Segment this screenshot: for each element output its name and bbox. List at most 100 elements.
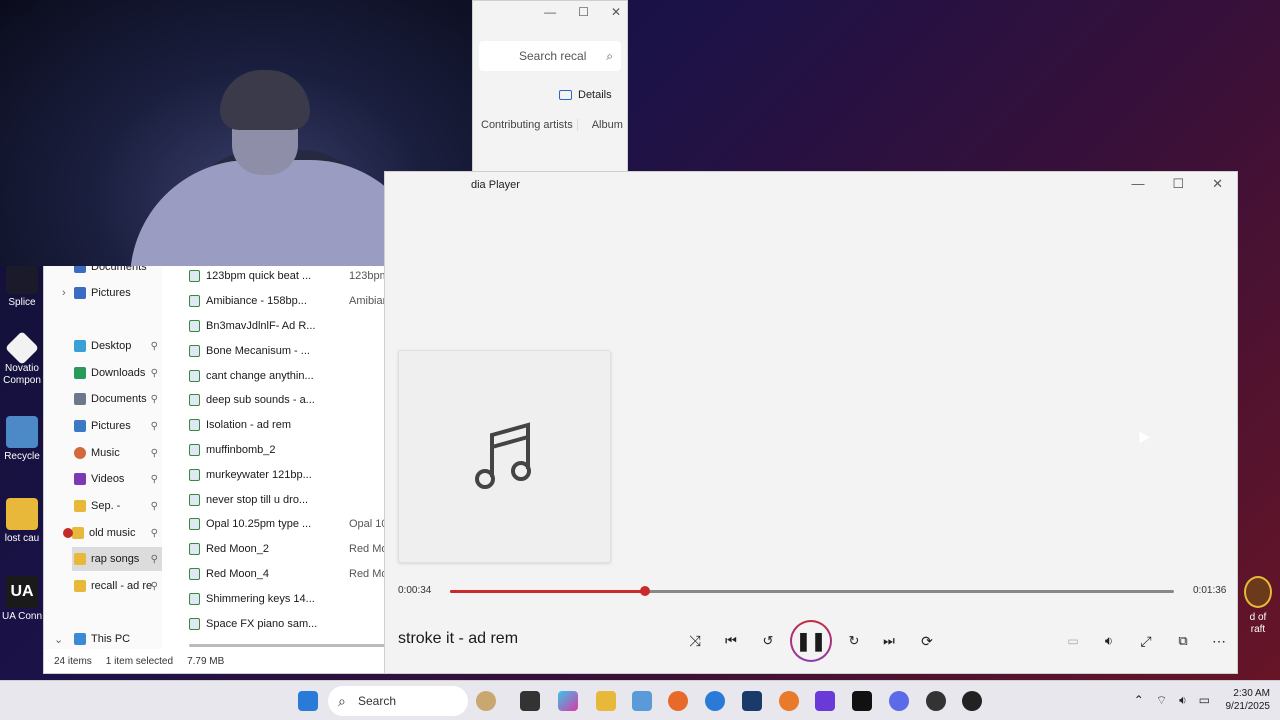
- column-header[interactable]: Album: [592, 119, 623, 131]
- clock[interactable]: 2:30 AM 9/21/2025: [1226, 687, 1271, 713]
- nav-item-rap-songs[interactable]: rap songs ⚲: [72, 547, 162, 571]
- next-button[interactable]: ⏭: [875, 628, 903, 654]
- file-row[interactable]: Bone Mecanisum - ...: [189, 338, 387, 363]
- pin-icon: ⚲: [150, 527, 158, 539]
- app-icon[interactable]: [852, 691, 872, 711]
- status-bar: 24 items 1 item selected 7.79 MB: [54, 656, 224, 667]
- file-explorer-icon[interactable]: [596, 691, 616, 711]
- search-placeholder: Search recal: [519, 49, 587, 63]
- battery-icon[interactable]: ▭: [1199, 693, 1210, 708]
- file-row[interactable]: murkeywater 121bp...: [189, 462, 387, 487]
- mini-player-button[interactable]: ⧉: [1169, 628, 1197, 654]
- file-name: cant change anythin...: [206, 369, 314, 382]
- search-input[interactable]: Search recal ⌕: [479, 41, 621, 71]
- nav-item-downloads[interactable]: Downloads ⚲: [44, 361, 162, 385]
- skip-forward-30-button[interactable]: ↻: [840, 628, 868, 654]
- file-row[interactable]: never stop till u dro...: [189, 487, 387, 512]
- file-row[interactable]: deep sub sounds - a...: [189, 388, 387, 413]
- maximize-icon[interactable]: ☐: [1172, 176, 1184, 192]
- nav-item-recall[interactable]: recall - ad re ⚲: [44, 574, 162, 598]
- app-icon[interactable]: [705, 691, 725, 711]
- desktop-icon-lost[interactable]: lost cau: [0, 498, 44, 545]
- widgets-icon[interactable]: [476, 691, 496, 711]
- nav-item-sep[interactable]: Sep. - ⚲: [44, 494, 162, 518]
- file-row[interactable]: Shimmering keys 14...: [189, 586, 387, 611]
- file-row[interactable]: Opal 10.25pm type ... Opal 10.: [189, 512, 391, 537]
- pictures-icon: [74, 420, 86, 432]
- desktop-icon-novation[interactable]: Novatio Compon: [0, 331, 44, 387]
- file-row[interactable]: 123bpm quick beat ... 123bpm: [189, 264, 389, 289]
- desktop-icon: [74, 340, 86, 352]
- chevron-up-icon[interactable]: ⌃: [1134, 693, 1144, 708]
- file-name: Red Moon_2: [206, 543, 269, 556]
- nav-item-videos[interactable]: Videos ⚲: [44, 467, 162, 491]
- file-name: Shimmering keys 14...: [206, 592, 315, 605]
- details-button[interactable]: Details: [559, 89, 612, 101]
- nav-item-documents[interactable]: Documents ⚲: [44, 387, 162, 411]
- pictures-icon: [74, 287, 86, 299]
- seek-slider[interactable]: [450, 586, 1174, 596]
- close-icon[interactable]: ✕: [611, 5, 621, 19]
- firefox-icon[interactable]: [668, 691, 688, 711]
- nav-label: Documents: [91, 393, 147, 405]
- minimize-icon[interactable]: —: [544, 5, 556, 19]
- maximize-icon[interactable]: ☐: [578, 5, 589, 19]
- close-icon[interactable]: ✕: [1212, 176, 1223, 192]
- minimize-icon[interactable]: —: [1131, 176, 1144, 192]
- photos-icon[interactable]: [632, 691, 652, 711]
- volume-icon[interactable]: 🔉︎: [1179, 693, 1187, 708]
- file-row[interactable]: cant change anythin...: [189, 363, 387, 388]
- audio-file-icon: [189, 319, 200, 332]
- nav-item-this-pc[interactable]: ⌄ This PC: [44, 627, 162, 651]
- app-icon[interactable]: [815, 691, 835, 711]
- pause-button[interactable]: ❚❚: [790, 620, 832, 662]
- previous-button[interactable]: ⏮: [717, 628, 745, 654]
- skip-back-10-button[interactable]: ↺: [754, 628, 782, 654]
- captions-button[interactable]: ▭: [1059, 628, 1087, 654]
- desktop-icon-splice[interactable]: Splice: [0, 262, 44, 309]
- task-view-icon[interactable]: [520, 691, 540, 711]
- volume-button[interactable]: 🔉︎: [1095, 628, 1123, 654]
- expand-chevron-icon[interactable]: ›: [62, 287, 66, 299]
- horizontal-scrollbar[interactable]: [189, 644, 387, 647]
- explorer-window-back: — ☐ ✕ Search recal ⌕ Details Contributin…: [472, 0, 628, 172]
- shuffle-button[interactable]: ⤨: [681, 628, 709, 654]
- discord-icon[interactable]: [889, 691, 909, 711]
- file-row[interactable]: Red Moon_4 Red Mo: [189, 562, 388, 587]
- desktop-icon-right[interactable]: d of raft: [1236, 576, 1280, 636]
- seek-thumb[interactable]: [639, 586, 650, 596]
- file-name: muffinbomb_2: [206, 443, 276, 456]
- nav-item-pictures-top[interactable]: › Pictures: [44, 281, 162, 305]
- file-row[interactable]: Red Moon_2 Red Mo: [189, 537, 388, 562]
- nav-item-old-music[interactable]: old music ⚲: [44, 521, 162, 545]
- obs-icon[interactable]: [926, 691, 946, 711]
- audio-file-icon: [189, 419, 200, 432]
- fullscreen-button[interactable]: ⤢: [1132, 628, 1160, 654]
- desktop-icon-recycle[interactable]: Recycle: [0, 416, 44, 463]
- nav-item-music[interactable]: Music ⚲: [44, 441, 162, 465]
- more-options-button[interactable]: ⋯: [1205, 628, 1233, 654]
- fl-studio-icon[interactable]: [779, 691, 799, 711]
- wifi-icon[interactable]: ⌔: [1156, 693, 1167, 708]
- taskbar-search[interactable]: ⌕ Search: [328, 686, 468, 716]
- desktop-icon-ua[interactable]: UA UA Conn: [0, 576, 44, 623]
- file-row[interactable]: Isolation - ad rem: [189, 413, 387, 438]
- nav-item-desktop[interactable]: Desktop ⚲: [44, 334, 162, 358]
- repeat-button[interactable]: ⟳: [913, 628, 941, 654]
- file-row[interactable]: muffinbomb_2: [189, 438, 387, 463]
- file-list: 123bpm quick beat ... 123bpm Amibiance - 1…: [189, 264, 391, 636]
- start-button[interactable]: [298, 691, 318, 711]
- nav-item-pictures[interactable]: Pictures ⚲: [44, 414, 162, 438]
- next-icon: ⏭: [883, 633, 895, 648]
- app-icon[interactable]: [742, 691, 762, 711]
- file-row[interactable]: Bn3mavJdlnlF- Ad R...: [189, 314, 387, 339]
- file-album: Red Mo: [349, 543, 388, 556]
- file-row[interactable]: Amibiance - 158bp... Amibian: [189, 289, 389, 314]
- expand-chevron-icon[interactable]: ⌄: [54, 633, 63, 646]
- file-name: Opal 10.25pm type ...: [206, 518, 312, 531]
- copilot-icon[interactable]: [558, 691, 578, 711]
- file-row[interactable]: Space FX piano sam...: [189, 611, 387, 636]
- nav-label: This PC: [91, 633, 131, 645]
- media-player-icon[interactable]: [962, 691, 982, 711]
- column-header[interactable]: Contributing artists: [481, 119, 578, 131]
